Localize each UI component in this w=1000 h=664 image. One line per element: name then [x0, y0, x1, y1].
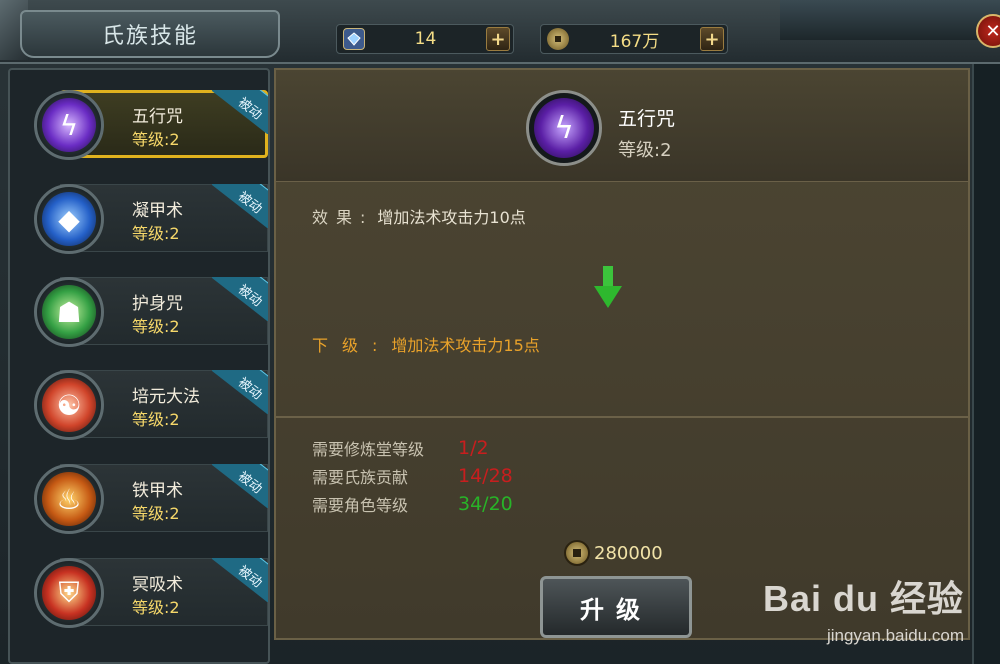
requirement-row: 需要角色等级 34/20	[312, 493, 513, 515]
skill-list: ϟ 五行咒 等级:2 被动 ◆ 凝甲术 等级:2 被动 ☗ 护身咒 等级:2 被…	[8, 68, 270, 664]
coin-count: 167万	[609, 31, 660, 52]
detail-skill-name: 五行咒	[618, 108, 676, 130]
skill-item-hushenzhou[interactable]: ☗ 护身咒 等级:2 被动	[20, 271, 268, 353]
next-text: 增加法术攻击力15点	[391, 336, 540, 355]
aura-figure-icon: ☗	[42, 285, 96, 339]
gem-icon	[343, 28, 365, 50]
skill-item-wuxingzhou[interactable]: ϟ 五行咒 等级:2 被动	[20, 84, 268, 166]
crystal-shield-icon: ◆	[42, 192, 96, 246]
skill-item-ningjiashu[interactable]: ◆ 凝甲术 等级:2 被动	[20, 178, 268, 260]
skill-detail-panel: ϟ 五行咒 等级:2 效果: 增加法术攻击力10点 下级:增加法术攻击力15点 需…	[274, 68, 970, 640]
section-divider	[276, 416, 968, 418]
skill-item-mingxishu[interactable]: ⛨ 冥吸术 等级:2 被动	[20, 552, 268, 634]
fire-demon-icon: ♨	[42, 472, 96, 526]
add-gem-button[interactable]: +	[486, 27, 510, 51]
skill-level: 等级:2	[132, 317, 180, 336]
detail-icon-frame: ϟ	[526, 90, 602, 166]
skill-name: 五行咒	[132, 107, 183, 127]
requirements-list: 需要修炼堂等级 1/2 需要氏族贡献 14/28 需要角色等级 34/20	[312, 434, 513, 518]
current-effect: 效果: 增加法术攻击力10点	[312, 204, 526, 228]
skill-icon-frame: ☯	[34, 370, 104, 440]
skill-item-tiejiashu[interactable]: ♨ 铁甲术 等级:2 被动	[20, 458, 268, 540]
requirement-row: 需要氏族贡献 14/28	[312, 465, 513, 487]
requirement-value: 1/2	[458, 437, 489, 459]
watermark-brand: Bai du 经验	[762, 578, 964, 619]
skill-icon-frame: ⛨	[34, 558, 104, 628]
requirement-row: 需要修炼堂等级 1/2	[312, 437, 489, 459]
panel-title-plate: 氏族技能	[20, 10, 280, 58]
passive-badge: 被动	[212, 370, 268, 414]
lightning-icon: ϟ	[42, 98, 96, 152]
top-bar: 氏族技能 14 + 167万 + ✕	[0, 0, 1000, 64]
skill-icon-frame: ♨	[34, 464, 104, 534]
add-coin-button[interactable]: +	[700, 27, 724, 51]
skill-item-peiyuandafa[interactable]: ☯ 培元大法 等级:2 被动	[20, 364, 268, 446]
gem-count: 14	[414, 29, 437, 49]
skill-name: 铁甲术	[132, 481, 183, 501]
coin-resource-bar: 167万 +	[540, 24, 728, 54]
skill-level: 等级:2	[132, 224, 180, 243]
effect-text: 增加法术攻击力10点	[377, 208, 526, 227]
skill-detail-header: ϟ 五行咒 等级:2	[276, 70, 968, 182]
watermark: Bai du 经验 jingyan.baidu.com	[763, 570, 964, 646]
passive-badge: 被动	[212, 184, 268, 228]
skill-icon-frame: ☗	[34, 277, 104, 347]
close-icon: ✕	[985, 20, 1000, 42]
skill-name: 冥吸术	[132, 575, 183, 595]
game-window: 氏族技能 14 + 167万 + ✕ ϟ 五行咒 等级:2 被动 ◆ 凝甲术 等…	[0, 0, 1000, 664]
skill-icon-frame: ◆	[34, 184, 104, 254]
next-level-effect: 下级:增加法术攻击力15点	[312, 332, 540, 356]
passive-badge: 被动	[212, 277, 268, 321]
skill-level: 等级:2	[132, 504, 180, 523]
meditation-icon: ☯	[42, 378, 96, 432]
close-button[interactable]: ✕	[976, 14, 1000, 48]
upgrade-cost: 280000	[564, 540, 663, 566]
effect-label: 效果:	[312, 208, 374, 227]
watermark-url: jingyan.baidu.com	[826, 626, 964, 645]
panel-title: 氏族技能	[101, 24, 198, 49]
skill-level: 等级:2	[132, 130, 180, 149]
upgrade-button[interactable]: 升级	[540, 576, 692, 638]
passive-badge: 被动	[212, 90, 268, 134]
requirement-value: 14/28	[458, 465, 513, 487]
gem-resource-bar: 14 +	[336, 24, 514, 54]
skill-name: 凝甲术	[132, 201, 183, 221]
upgrade-label: 升级	[580, 595, 652, 624]
skill-level: 等级:2	[132, 410, 180, 429]
side-strip	[972, 64, 1000, 664]
skill-icon-frame: ϟ	[34, 90, 104, 160]
lightning-icon: ϟ	[534, 98, 594, 158]
passive-badge: 被动	[212, 464, 268, 508]
coin-icon	[547, 28, 569, 50]
red-shield-icon: ⛨	[42, 566, 96, 620]
coin-icon	[564, 540, 590, 566]
skill-name: 培元大法	[132, 387, 200, 407]
arrow-down-icon	[594, 266, 622, 308]
detail-skill-level: 等级:2	[618, 140, 672, 161]
cost-value: 280000	[594, 542, 663, 564]
skill-level: 等级:2	[132, 598, 180, 617]
skill-name: 护身咒	[132, 294, 183, 314]
passive-badge: 被动	[212, 558, 268, 602]
next-label: 下级:	[312, 336, 392, 355]
requirement-value: 34/20	[458, 493, 513, 515]
ornament-right	[780, 0, 1000, 40]
